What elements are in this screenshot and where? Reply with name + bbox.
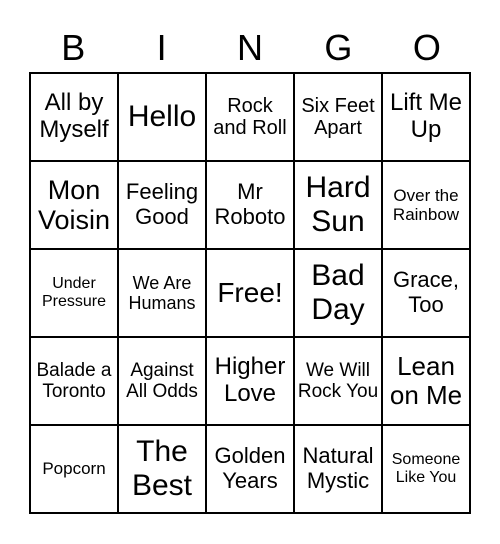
bingo-cell[interactable]: Popcorn bbox=[30, 425, 118, 513]
header-letter-b: B bbox=[61, 27, 86, 68]
bingo-cell[interactable]: Balade a Toronto bbox=[30, 337, 118, 425]
header-letter-o: O bbox=[412, 27, 441, 68]
bingo-cell[interactable]: Six Feet Apart bbox=[294, 73, 382, 161]
bingo-cell[interactable]: The Best bbox=[118, 425, 206, 513]
bingo-cell[interactable]: We Are Humans bbox=[118, 249, 206, 337]
bingo-cell[interactable]: Rock and Roll bbox=[206, 73, 294, 161]
header-letter-i: I bbox=[156, 27, 167, 68]
bingo-cell[interactable]: Over the Rainbow bbox=[382, 161, 470, 249]
bingo-header: B I N G O bbox=[29, 24, 471, 72]
bingo-cell[interactable]: Lean on Me bbox=[382, 337, 470, 425]
bingo-cell[interactable]: Someone Like You bbox=[382, 425, 470, 513]
bingo-cell[interactable]: All by Myself bbox=[30, 73, 118, 161]
bingo-cell[interactable]: We Will Rock You bbox=[294, 337, 382, 425]
bingo-cell[interactable]: Lift Me Up bbox=[382, 73, 470, 161]
header-letter-g: G bbox=[324, 27, 353, 68]
bingo-grid: All by Myself Hello Rock and Roll Six Fe… bbox=[29, 72, 471, 514]
header-letter-n: N bbox=[237, 27, 264, 68]
bingo-cell[interactable]: Hello bbox=[118, 73, 206, 161]
bingo-cell[interactable]: Natural Mystic bbox=[294, 425, 382, 513]
bingo-cell[interactable]: Feeling Good bbox=[118, 161, 206, 249]
bingo-cell[interactable]: Higher Love bbox=[206, 337, 294, 425]
bingo-cell[interactable]: Mr Roboto bbox=[206, 161, 294, 249]
free-space-cell[interactable]: Free! bbox=[206, 249, 294, 337]
bingo-cell[interactable]: Bad Day bbox=[294, 249, 382, 337]
bingo-cell[interactable]: Under Pressure bbox=[30, 249, 118, 337]
bingo-cell[interactable]: Against All Odds bbox=[118, 337, 206, 425]
bingo-cell[interactable]: Hard Sun bbox=[294, 161, 382, 249]
bingo-cell[interactable]: Golden Years bbox=[206, 425, 294, 513]
bingo-cell[interactable]: Mon Voisin bbox=[30, 161, 118, 249]
bingo-cell[interactable]: Grace, Too bbox=[382, 249, 470, 337]
